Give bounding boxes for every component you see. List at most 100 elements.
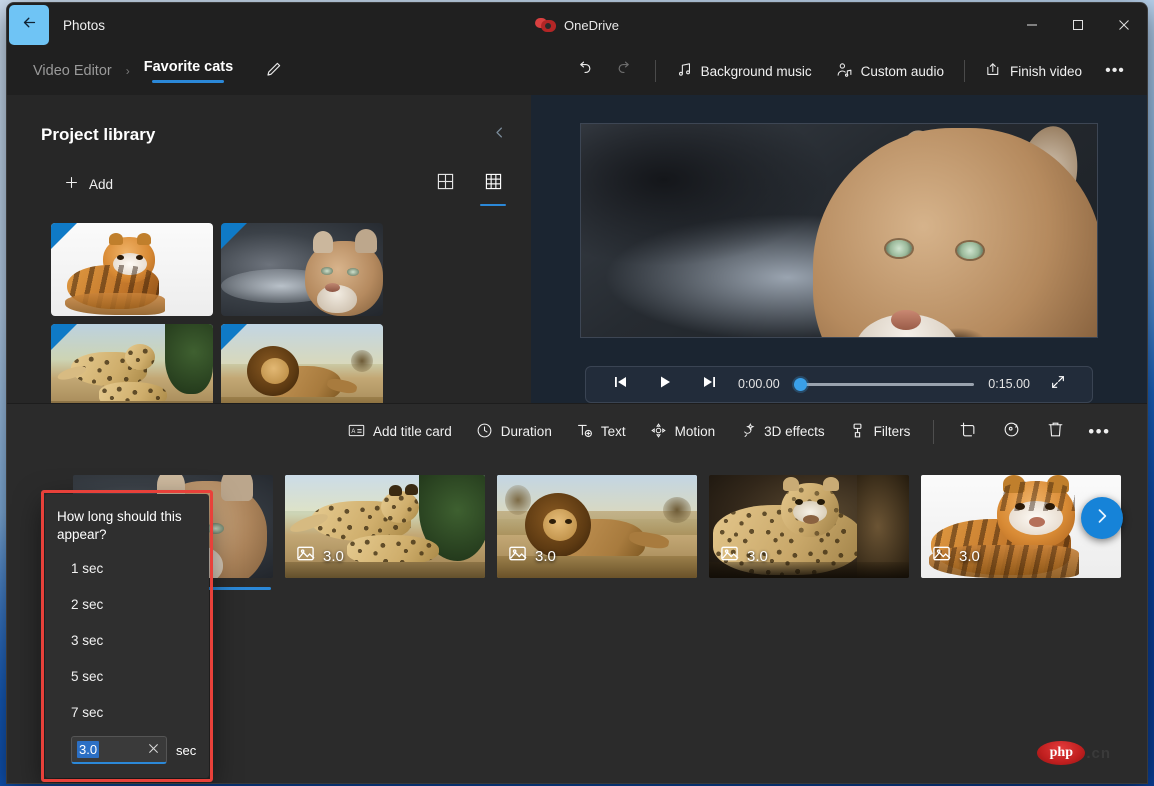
duration-option-3sec[interactable]: 3 sec (45, 622, 209, 658)
onedrive-label: OneDrive (564, 17, 619, 33)
selected-corner-flag (51, 223, 77, 249)
person-audio-icon (836, 61, 853, 81)
video-preview-canvas[interactable] (580, 123, 1098, 338)
toolbar-divider (933, 419, 935, 444)
custom-audio-button[interactable]: Custom audio (825, 53, 955, 89)
fullscreen-button[interactable] (1044, 370, 1072, 398)
redo-button[interactable] (606, 53, 646, 89)
table-row[interactable]: 3.0 (497, 475, 697, 578)
previous-frame-button[interactable] (606, 369, 636, 399)
duration-option-2sec[interactable]: 2 sec (45, 586, 209, 622)
breadcrumb-project-tab[interactable]: Favorite cats (138, 59, 239, 83)
storyboard-toolbar: A Add title card Duration Text Motion 3D… (7, 403, 1147, 459)
collapse-library-button[interactable] (485, 121, 513, 149)
add-media-button[interactable]: Add (59, 168, 123, 200)
preview-cougar-eye-left (886, 240, 912, 257)
view-small-grid-button[interactable] (429, 167, 461, 201)
clip-duration-badge: 3.0 (932, 544, 980, 568)
background-music-button[interactable]: Background music (665, 53, 823, 89)
playback-scrubber[interactable] (793, 376, 975, 392)
list-item[interactable] (221, 223, 383, 316)
add-title-card-button[interactable]: A Add title card (337, 413, 463, 451)
rotate-button[interactable] (990, 413, 1032, 451)
duration-popup-question: How long should this appear? (57, 509, 182, 543)
duration-button[interactable]: Duration (465, 413, 563, 451)
breadcrumb: Video Editor › Favorite cats (7, 56, 289, 86)
add-title-card-label: Add title card (373, 424, 452, 439)
list-item[interactable] (51, 223, 213, 316)
export-icon (985, 61, 1002, 81)
rotate-icon (1002, 420, 1021, 444)
3d-effects-label: 3D effects (764, 424, 825, 439)
duration-option-5sec[interactable]: 5 sec (45, 658, 209, 694)
duration-unit-label: sec (176, 742, 197, 758)
sparkle-icon (739, 422, 756, 442)
3d-effects-button[interactable]: 3D effects (728, 413, 836, 451)
photos-app-window: Photos OneDrive Video Editor › Favorite … (6, 2, 1148, 784)
add-media-label: Add (89, 176, 114, 192)
motion-icon (650, 422, 667, 442)
onedrive-status[interactable]: OneDrive (535, 17, 619, 33)
crop-button[interactable] (946, 413, 988, 451)
grid-small-icon (437, 173, 454, 195)
text-button[interactable]: Text (565, 413, 637, 451)
redo-icon (616, 59, 635, 83)
more-icon: ••• (1088, 421, 1111, 441)
storyboard-next-button[interactable] (1081, 497, 1123, 539)
trash-icon (1046, 420, 1065, 444)
maximize-button[interactable] (1055, 3, 1101, 47)
delete-button[interactable] (1034, 413, 1076, 451)
project-library-pane: Project library Add How long should this… (7, 95, 531, 782)
image-icon (720, 544, 739, 568)
undo-icon (574, 59, 593, 83)
breadcrumb-video-editor[interactable]: Video Editor (27, 59, 118, 83)
close-button[interactable] (1101, 3, 1147, 47)
duration-popup: How long should this appear? 1 sec 2 sec… (45, 494, 209, 778)
clip-duration-badge: 3.0 (720, 544, 768, 568)
filters-label: Filters (873, 424, 911, 439)
preview-cougar-nose (891, 310, 921, 330)
table-row[interactable]: 3.0 (285, 475, 485, 578)
selected-corner-flag (221, 223, 247, 249)
command-divider-1 (654, 60, 656, 82)
total-time-label: 0:15.00 (988, 377, 1030, 392)
list-item[interactable] (51, 324, 213, 403)
clock-icon (476, 422, 493, 442)
finish-video-button[interactable]: Finish video (974, 53, 1093, 89)
duration-custom-input[interactable]: 3.0 (71, 736, 167, 765)
app-body: Project library Add How long should this… (7, 95, 1147, 782)
scrubber-thumb[interactable] (793, 377, 807, 391)
view-large-grid-underline (480, 203, 506, 206)
filter-icon (849, 422, 866, 442)
active-tab-underline (152, 80, 225, 83)
list-item[interactable] (221, 324, 383, 403)
next-frame-button[interactable] (694, 369, 724, 399)
rename-project-button[interactable] (259, 56, 289, 86)
motion-button[interactable]: Motion (639, 413, 727, 451)
more-options-button[interactable]: ••• (1078, 413, 1120, 451)
back-button[interactable] (9, 5, 49, 45)
undo-button[interactable] (564, 53, 604, 89)
play-button[interactable] (650, 369, 680, 399)
duration-label: Duration (500, 424, 552, 439)
command-overflow-button[interactable]: ••• (1095, 53, 1135, 89)
command-bar: Video Editor › Favorite cats Background … (7, 47, 1147, 95)
more-icon: ••• (1105, 62, 1125, 79)
duration-custom-row: 3.0 sec (45, 730, 209, 765)
text-icon (576, 422, 593, 442)
app-title: Photos (63, 17, 106, 33)
duration-option-1sec[interactable]: 1 sec (45, 550, 209, 586)
music-note-icon (676, 61, 693, 81)
minimize-button[interactable] (1009, 3, 1055, 47)
table-row[interactable]: 3.0 (709, 475, 909, 578)
duration-option-7sec[interactable]: 7 sec (45, 694, 209, 730)
clear-duration-button[interactable] (144, 741, 162, 759)
library-grid (51, 223, 511, 403)
clip-duration-value: 3.0 (535, 547, 556, 565)
image-icon (296, 544, 315, 568)
library-scroll-area[interactable] (7, 201, 531, 403)
view-large-grid-button[interactable] (477, 167, 509, 206)
svg-text:A: A (351, 429, 355, 435)
filters-button[interactable]: Filters (838, 413, 922, 451)
onedrive-cloud-icon (535, 17, 557, 33)
